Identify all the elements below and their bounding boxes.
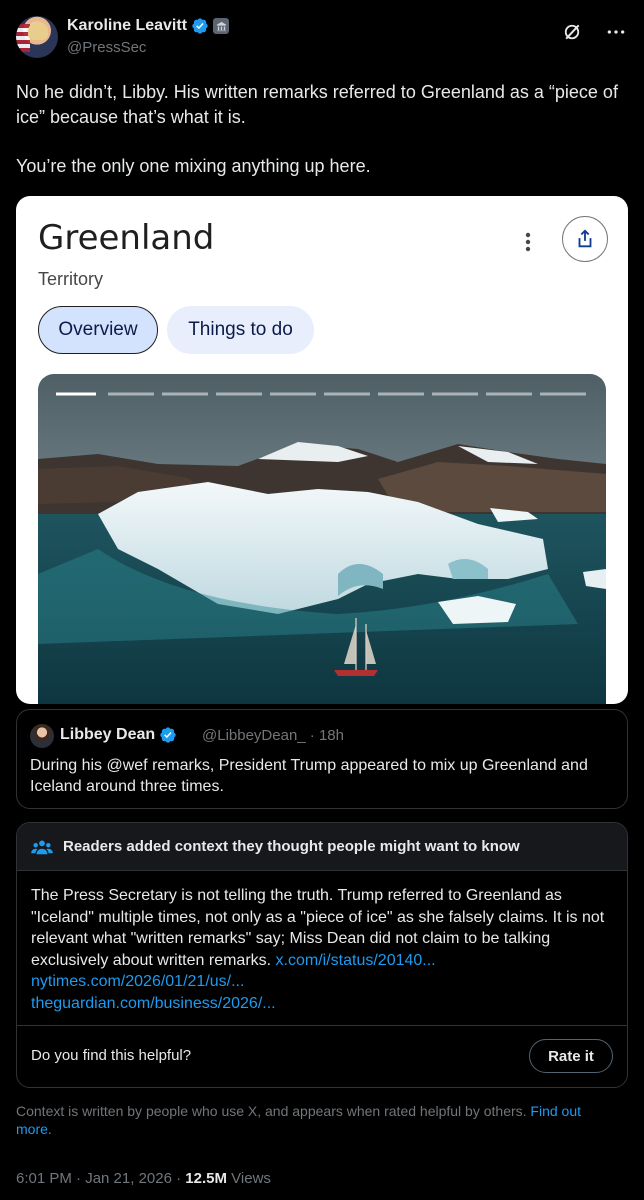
author-name-row: Karoline Leavitt [67, 17, 230, 35]
note-link-x[interactable]: x.com/i/status/20140... [276, 952, 436, 969]
verified-icon [160, 727, 176, 743]
community-notes-icon [31, 840, 53, 854]
verified-icon [192, 18, 208, 34]
community-note: Readers added context they thought peopl… [16, 822, 628, 1088]
post-paragraph-2: You’re the only one mixing anything up h… [16, 156, 371, 176]
government-badge-icon [213, 18, 230, 34]
post-metadata: 6:01 PM · Jan 21, 2026 · 12.5M Views [16, 1170, 271, 1187]
share-icon [562, 216, 608, 262]
quoted-author-row: Libbey Dean [60, 726, 177, 744]
community-note-footnote: Context is written by people who use X, … [16, 1102, 616, 1138]
divider [17, 1025, 627, 1026]
attached-image-greenland-card[interactable]: Greenland Territory Overview Things to d… [16, 196, 628, 704]
community-note-body: The Press Secretary is not telling the t… [31, 885, 615, 1014]
community-note-header[interactable]: Readers added context they thought peopl… [17, 823, 627, 871]
note-link-guardian[interactable]: theguardian.com/business/2026/... [31, 995, 276, 1012]
quoted-author-name: Libbey Dean [60, 726, 156, 743]
card-subtitle: Territory [38, 269, 104, 289]
chip-overview: Overview [38, 306, 158, 354]
avatar[interactable] [16, 16, 58, 58]
views-label: Views [231, 1170, 271, 1187]
more-icon[interactable] [606, 22, 626, 42]
footnote-text: Context is written by people who use X, … [16, 1103, 527, 1119]
quoted-text: During his @wef remarks, President Trump… [30, 757, 588, 795]
chip-things-to-do: Things to do [167, 306, 314, 354]
card-title: Greenland [38, 218, 215, 258]
rate-it-button[interactable]: Rate it [529, 1039, 613, 1073]
grok-icon[interactable] [562, 22, 582, 42]
note-link-nytimes[interactable]: nytimes.com/2026/01/21/us/... [31, 973, 244, 990]
author-handle[interactable]: @PressSec [67, 39, 146, 56]
post-paragraph-1: No he didn’t, Libby. His written remarks… [16, 82, 618, 127]
post-text: No he didn’t, Libby. His written remarks… [16, 80, 628, 203]
community-note-title: Readers added context they thought peopl… [63, 838, 520, 855]
post-header: Karoline Leavitt @PressSec [16, 14, 628, 62]
helpful-question: Do you find this helpful? [31, 1047, 192, 1064]
quoted-handle-time: @LibbeyDean_ · 18h [202, 727, 344, 744]
iceberg-photo [38, 374, 606, 704]
views-count: 12.5M [185, 1170, 227, 1187]
quoted-avatar [30, 724, 54, 748]
kebab-menu-icon [525, 232, 531, 252]
quoted-post[interactable]: Libbey Dean @LibbeyDean_ · 18h During hi… [16, 709, 628, 809]
post-time[interactable]: 6:01 PM · Jan 21, 2026 · [16, 1170, 181, 1187]
author-name[interactable]: Karoline Leavitt [67, 17, 187, 35]
